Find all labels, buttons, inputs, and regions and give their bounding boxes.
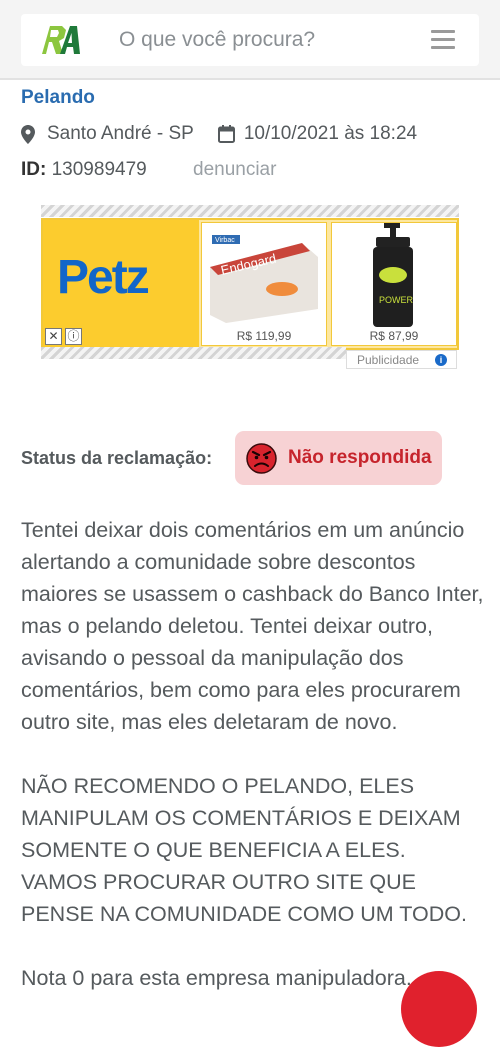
ad-label-text: Publicidade bbox=[357, 353, 420, 367]
id-value: 130989479 bbox=[51, 159, 147, 180]
petz-ad-panel[interactable]: Petz ✕ ⓘ bbox=[43, 220, 199, 348]
ad-product-power[interactable]: POWER R$ 87,99 bbox=[331, 222, 457, 346]
ad-close-icon[interactable]: ✕ bbox=[45, 328, 62, 345]
svg-text:POWER: POWER bbox=[379, 295, 414, 305]
ad-banner[interactable]: Petz ✕ ⓘ Virbac Endogard R$ 119,99 POWER… bbox=[41, 218, 459, 350]
ad-label[interactable]: Publicidade i bbox=[346, 350, 457, 369]
endogard-box-image: Virbac Endogard bbox=[210, 235, 318, 323]
report-link[interactable]: denunciar bbox=[193, 159, 276, 181]
calendar-icon bbox=[217, 125, 235, 143]
datetime-text: 10/10/2021 às 18:24 bbox=[243, 123, 418, 144]
top-bar bbox=[0, 0, 500, 80]
status-badge: Não respondida bbox=[235, 431, 442, 485]
ad-stripe-top bbox=[41, 205, 459, 217]
svg-text:Virbac: Virbac bbox=[215, 237, 235, 244]
reclame-aqui-logo[interactable] bbox=[40, 24, 80, 56]
search-input[interactable] bbox=[119, 26, 409, 54]
info-icon: i bbox=[435, 354, 447, 366]
floating-action-button[interactable] bbox=[401, 971, 477, 1047]
location-text: Santo André - SP bbox=[47, 123, 194, 144]
complaint-paragraph-1: Tentei deixar dois comentários em um anú… bbox=[21, 518, 484, 734]
complaint-meta: Santo André - SP 10/10/2021 às 18:24 bbox=[21, 121, 417, 147]
ad-stripe-bottom bbox=[41, 347, 346, 359]
company-link[interactable]: Pelando bbox=[21, 87, 95, 109]
advertisement[interactable]: Petz ✕ ⓘ Virbac Endogard R$ 119,99 POWER… bbox=[41, 205, 459, 370]
ad-price: R$ 87,99 bbox=[369, 329, 419, 343]
angry-face-icon bbox=[246, 443, 277, 474]
location-pin-icon bbox=[21, 124, 35, 144]
status-label: Status da reclamação: bbox=[21, 448, 213, 468]
ad-info-icon[interactable]: ⓘ bbox=[65, 328, 82, 345]
status-value: Não respondida bbox=[288, 447, 432, 468]
hamburger-menu-icon[interactable] bbox=[431, 30, 455, 50]
ad-controls: ✕ ⓘ bbox=[45, 328, 82, 345]
petz-logo: Petz bbox=[57, 251, 150, 304]
ad-product-endogard[interactable]: Virbac Endogard R$ 119,99 bbox=[201, 222, 327, 346]
complaint-text: Tentei deixar dois comentários em um anú… bbox=[21, 514, 487, 1026]
id-label: ID: bbox=[21, 159, 47, 180]
search-bar[interactable] bbox=[21, 14, 479, 66]
ad-price: R$ 119,99 bbox=[236, 329, 292, 343]
shampoo-bottle-image: POWER bbox=[373, 223, 414, 327]
complaint-id: ID: 130989479 bbox=[21, 159, 147, 181]
complaint-paragraph-2: NÃO RECOMENDO O PELANDO, ELES MANIPULAM … bbox=[21, 774, 467, 926]
